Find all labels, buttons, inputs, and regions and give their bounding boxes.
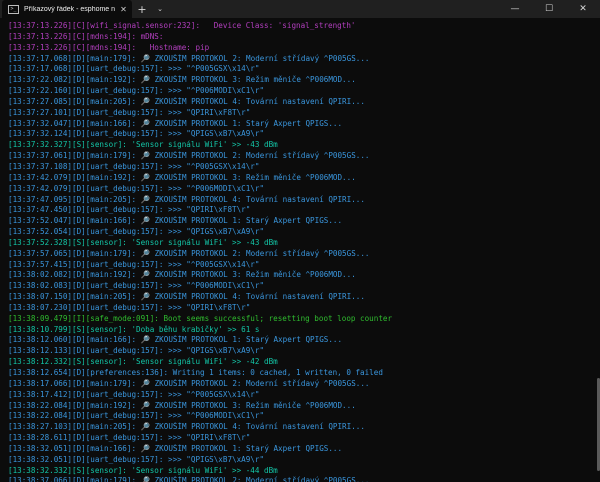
log-line: [13:37:22.160][D][uart_debug:157]: >>> "…: [8, 86, 265, 96]
tab-command-prompt[interactable]: >_ Příkazový řádek - esphome n ✕: [2, 0, 132, 18]
log-line: [13:37:52.047][D][main:166]: 🔎 ZKOUŠÍM P…: [8, 216, 343, 226]
terminal-output[interactable]: [13:37:13.226][C][wifi_signal.sensor:232…: [0, 19, 596, 482]
log-line: [13:37:27.101][D][uart_debug:157]: >>> "…: [8, 107, 251, 117]
log-line: [13:38:32.051][D][main:166]: 🔎 ZKOUŠÍM P…: [8, 443, 343, 453]
titlebar-drag-area[interactable]: [168, 0, 498, 18]
chevron-down-icon[interactable]: ⌄: [152, 0, 168, 18]
log-line: [13:38:22.084][D][main:192]: 🔎 ZKOUŠÍM P…: [8, 400, 356, 410]
log-line: [13:37:42.079][D][main:192]: 🔎 ZKOUŠÍM P…: [8, 172, 356, 182]
log-line: [13:37:32.327][S][sensor]: 'Sensor signá…: [8, 140, 278, 150]
log-line: [13:37:37.108][D][uart_debug:157]: >>> "…: [8, 161, 260, 171]
log-line: [13:37:27.085][D][main:205]: 🔎 ZKOUŠÍM P…: [8, 96, 365, 106]
log-line: [13:38:12.332][S][sensor]: 'Sensor signá…: [8, 357, 278, 367]
close-tab-icon[interactable]: ✕: [119, 5, 128, 14]
minimize-button[interactable]: —: [498, 0, 532, 18]
log-line: [13:37:42.079][D][uart_debug:157]: >>> "…: [8, 183, 265, 193]
log-line: [13:38:12.654][D][preferences:136]: Writ…: [8, 368, 383, 377]
log-line: [13:38:28.611][D][uart_debug:157]: >>> "…: [8, 433, 251, 443]
log-line: [13:38:12.060][D][main:166]: 🔎 ZKOUŠÍM P…: [8, 335, 343, 345]
log-line: [13:38:07.150][D][main:205]: 🔎 ZKOUŠÍM P…: [8, 292, 365, 302]
log-line: [13:37:52.328][S][sensor]: 'Sensor signá…: [8, 237, 278, 247]
log-line: [13:37:13.226][C][mdns:194]: Hostname: p…: [8, 42, 210, 52]
log-line: [13:38:17.412][D][uart_debug:157]: >>> "…: [8, 389, 260, 399]
log-line: [13:37:57.065][D][main:179]: 🔎 ZKOUŠÍM P…: [8, 248, 370, 258]
log-line: [13:38:07.230][D][uart_debug:157]: >>> "…: [8, 302, 251, 312]
log-line: [13:37:22.082][D][main:192]: 🔎 ZKOUŠÍM P…: [8, 75, 356, 85]
log-line: [13:38:32.051][D][uart_debug:157]: >>> "…: [8, 454, 265, 464]
log-line: [13:37:57.415][D][uart_debug:157]: >>> "…: [8, 259, 260, 269]
new-tab-button[interactable]: +: [132, 0, 152, 18]
log-line: [13:38:37.066][D][main:179]: 🔎 ZKOUŠÍM P…: [8, 476, 370, 482]
log-line: [13:37:37.061][D][main:179]: 🔎 ZKOUŠÍM P…: [8, 151, 370, 161]
log-line: [13:37:47.095][D][main:205]: 🔎 ZKOUŠÍM P…: [8, 194, 365, 204]
log-line: [13:38:22.084][D][uart_debug:157]: >>> "…: [8, 411, 265, 421]
log-line: [13:37:17.068][D][uart_debug:157]: >>> "…: [8, 64, 260, 74]
log-line: [13:37:17.068][D][main:179]: 🔎 ZKOUŠÍM P…: [8, 53, 370, 63]
log-line: [13:38:17.066][D][main:179]: 🔎 ZKOUŠÍM P…: [8, 378, 370, 388]
log-line: [13:37:47.450][D][uart_debug:157]: >>> "…: [8, 205, 251, 215]
maximize-button[interactable]: ☐: [532, 0, 566, 18]
terminal-window: >_ Příkazový řádek - esphome n ✕ + ⌄ — ☐…: [0, 0, 600, 482]
log-line: [13:38:32.332][S][sensor]: 'Sensor signá…: [8, 465, 278, 475]
log-line: [13:38:09.479][I][safe_mode:091]: Boot s…: [8, 313, 393, 323]
log-line: [13:37:32.124][D][uart_debug:157]: >>> "…: [8, 129, 265, 139]
log-line: [13:38:12.133][D][uart_debug:157]: >>> "…: [8, 346, 265, 356]
terminal-icon: >_: [8, 4, 19, 14]
title-bar: >_ Příkazový řádek - esphome n ✕ + ⌄ — ☐…: [0, 0, 600, 18]
log-line: [13:38:02.083][D][uart_debug:157]: >>> "…: [8, 281, 265, 291]
tab-title: Příkazový řádek - esphome n: [24, 5, 116, 13]
close-window-button[interactable]: ✕: [566, 0, 600, 18]
log-line: [13:37:13.226][C][wifi_signal.sensor:232…: [8, 21, 356, 30]
scrollbar[interactable]: [596, 19, 600, 482]
log-line: [13:38:27.103][D][main:205]: 🔎 ZKOUŠÍM P…: [8, 422, 365, 432]
log-line: [13:37:13.226][C][mdns:194]: mDNS:: [8, 31, 164, 41]
log-line: [13:38:02.082][D][main:192]: 🔎 ZKOUŠÍM P…: [8, 270, 356, 280]
log-line: [13:38:10.799][S][sensor]: 'Doba běhu kr…: [8, 324, 260, 334]
log-line: [13:37:32.047][D][main:166]: 🔎 ZKOUŠÍM P…: [8, 118, 343, 128]
log-line: [13:37:52.054][D][uart_debug:157]: >>> "…: [8, 227, 265, 237]
